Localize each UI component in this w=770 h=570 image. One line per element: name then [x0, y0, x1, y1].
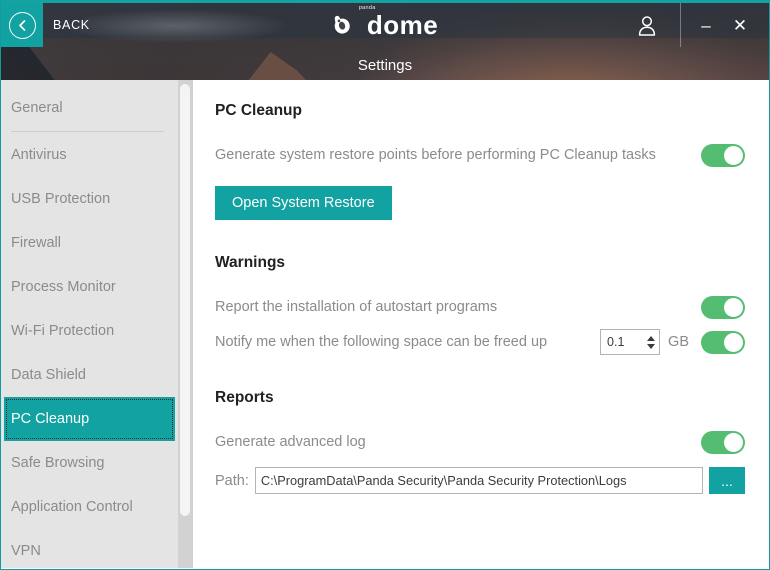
- close-icon: ✕: [732, 15, 748, 35]
- sidebar-scrollbar-thumb[interactable]: [180, 84, 190, 516]
- sidebar-item-safe-browsing[interactable]: Safe Browsing: [1, 441, 178, 485]
- settings-sidebar: General Antivirus USB Protection Firewal…: [1, 80, 193, 568]
- window-controls: – ✕: [630, 3, 769, 47]
- sidebar-item-list: General Antivirus USB Protection Firewal…: [1, 80, 178, 568]
- sidebar-item-label: Safe Browsing: [11, 455, 105, 471]
- toggle-knob: [724, 297, 743, 317]
- log-path-input[interactable]: [254, 467, 703, 494]
- sidebar-item-antivirus[interactable]: Antivirus: [1, 133, 178, 177]
- section-heading-warnings: Warnings: [215, 254, 286, 271]
- setting-row-advanced-log: Generate advanced log: [215, 429, 745, 455]
- sidebar-item-label: Application Control: [11, 499, 133, 515]
- sidebar-item-data-shield[interactable]: Data Shield: [1, 353, 178, 397]
- toggle-knob: [724, 432, 743, 452]
- stepper-up-icon[interactable]: [646, 335, 655, 341]
- sidebar-item-usb-protection[interactable]: USB Protection: [1, 177, 178, 221]
- log-path-row: Path: ...: [215, 467, 745, 494]
- sidebar-item-general[interactable]: General: [1, 86, 178, 130]
- title-bar: BACK dome panda – ✕: [1, 3, 769, 47]
- sidebar-item-vpn[interactable]: VPN: [1, 529, 178, 568]
- sidebar-scrollbar-track[interactable]: [178, 80, 192, 568]
- sidebar-item-label: PC Cleanup: [11, 411, 90, 427]
- setting-label-restore-points: Generate system restore points before pe…: [215, 147, 656, 163]
- log-path-label: Path:: [215, 472, 249, 489]
- toggle-advanced-log[interactable]: [701, 430, 745, 454]
- settings-content-panel: PC Cleanup Generate system restore point…: [193, 80, 769, 568]
- freed-space-stepper[interactable]: 0.1: [600, 329, 661, 355]
- sidebar-item-application-control[interactable]: Application Control: [1, 485, 178, 529]
- user-icon: [638, 15, 656, 36]
- section-heading-pc-cleanup: PC Cleanup: [215, 102, 302, 119]
- brand-logo-superscript: panda: [358, 5, 376, 11]
- sidebar-item-label: Firewall: [11, 235, 61, 251]
- user-account-button[interactable]: [630, 3, 664, 47]
- toggle-knob: [724, 332, 743, 352]
- sidebar-item-label: Data Shield: [11, 367, 86, 383]
- brand-logo-inner[interactable]: dome panda: [332, 5, 439, 40]
- setting-label-freed-space: Notify me when the following space can b…: [215, 334, 548, 350]
- minimize-icon: –: [701, 15, 711, 35]
- window-body: General Antivirus USB Protection Firewal…: [1, 80, 769, 568]
- sidebar-item-label: General: [11, 100, 63, 116]
- browse-path-button[interactable]: ...: [709, 467, 745, 494]
- minimize-button[interactable]: –: [689, 3, 723, 47]
- sidebar-item-process-monitor[interactable]: Process Monitor: [1, 265, 178, 309]
- back-button-label[interactable]: BACK: [53, 18, 90, 32]
- freed-space-value[interactable]: 0.1: [601, 335, 645, 349]
- application-window: BACK dome panda – ✕ Settings General Ant…: [0, 0, 770, 570]
- setting-row-autostart-programs: Report the installation of autostart pro…: [215, 294, 745, 320]
- setting-row-restore-points: Generate system restore points before pe…: [215, 142, 745, 168]
- sidebar-item-wifi-protection[interactable]: Wi-Fi Protection: [1, 309, 178, 353]
- sidebar-item-label: VPN: [11, 543, 41, 559]
- back-chevron-icon: [8, 11, 36, 39]
- sidebar-divider: [11, 131, 164, 132]
- window-header: BACK dome panda – ✕ Settings: [1, 0, 769, 80]
- section-heading-reports: Reports: [215, 389, 274, 406]
- back-button[interactable]: [1, 3, 43, 47]
- freed-space-stepper-arrows: [645, 330, 659, 354]
- panda-logo-icon: [334, 15, 350, 34]
- stepper-down-icon[interactable]: [646, 343, 655, 349]
- toggle-freed-space[interactable]: [701, 330, 745, 354]
- sidebar-item-label: Process Monitor: [11, 279, 116, 295]
- toggle-knob: [724, 145, 743, 165]
- sidebar-item-label: USB Protection: [11, 191, 111, 207]
- close-button[interactable]: ✕: [723, 3, 757, 47]
- toggle-autostart-programs[interactable]: [701, 295, 745, 319]
- window-controls-separator: [680, 3, 681, 47]
- sidebar-item-label: Wi-Fi Protection: [11, 323, 115, 339]
- open-system-restore-button[interactable]: Open System Restore: [215, 186, 392, 220]
- setting-label-advanced-log: Generate advanced log: [215, 434, 366, 450]
- setting-row-freed-space: Notify me when the following space can b…: [215, 329, 745, 355]
- sidebar-item-pc-cleanup[interactable]: PC Cleanup: [4, 397, 175, 441]
- sidebar-item-firewall[interactable]: Firewall: [1, 221, 178, 265]
- setting-label-autostart-programs: Report the installation of autostart pro…: [215, 299, 498, 315]
- sidebar-item-label: Antivirus: [11, 147, 67, 163]
- freed-space-unit-label: GB: [668, 334, 689, 350]
- brand-logo-text: dome: [366, 10, 439, 40]
- page-title-band: Settings: [1, 47, 769, 80]
- toggle-restore-points[interactable]: [701, 143, 745, 167]
- page-title: Settings: [357, 56, 413, 74]
